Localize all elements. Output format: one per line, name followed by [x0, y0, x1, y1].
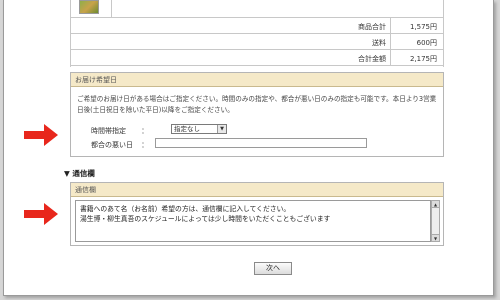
time-slot-row: 時間帯指定 ： 指定なし ▼ — [91, 124, 227, 136]
time-slot-select[interactable]: 指定なし ▼ — [171, 124, 227, 134]
delivery-date-section: お届け希望日 ご希望のお届け日がある場合はご指定ください。時間のみの指定や、都合… — [70, 72, 444, 157]
bad-day-label: 都合の悪い日 — [91, 141, 133, 149]
comm-section-header: 通信欄 — [71, 183, 443, 197]
scroll-down-icon[interactable]: ▼ — [432, 234, 439, 241]
order-summary-table: 商品合計 1,575円 送料 600円 合計金額 2,175円 — [70, 0, 444, 67]
product-thumbnail — [79, 0, 99, 14]
chevron-down-icon: ▼ — [217, 125, 226, 133]
bad-day-input[interactable] — [155, 138, 367, 148]
time-slot-label: 時間帯指定 — [91, 127, 126, 135]
red-arrow-icon — [24, 203, 58, 225]
summary-row-total: 合計金額 2,175円 — [71, 50, 443, 66]
comm-textarea[interactable]: 書籍へのあて名（お名前）希望の方は、通信欄に記入してください。 湯生博・柳生真吾… — [75, 200, 431, 242]
product-row — [71, 0, 443, 18]
bad-day-row: 都合の悪い日 ： — [91, 138, 367, 150]
scroll-up-icon[interactable]: ▲ — [432, 201, 439, 208]
next-button[interactable]: 次へ — [254, 262, 292, 275]
comm-section-title: ▼ 通信欄 — [64, 169, 95, 178]
delivery-description: ご希望のお届け日がある場合はご指定ください。時間のみの指定や、都合が悪い日のみの… — [77, 95, 437, 114]
delivery-section-header: お届け希望日 — [71, 73, 443, 87]
comm-scrollbar[interactable]: ▲ ▼ — [431, 200, 440, 242]
red-arrow-icon — [24, 124, 58, 146]
page-frame: 商品合計 1,575円 送料 600円 合計金額 2,175円 お届け希望日 ご… — [3, 0, 494, 296]
comm-section: 通信欄 書籍へのあて名（お名前）希望の方は、通信欄に記入してください。 湯生博・… — [70, 182, 444, 246]
summary-row-shipping: 送料 600円 — [71, 34, 443, 50]
summary-row-subtotal: 商品合計 1,575円 — [71, 18, 443, 34]
